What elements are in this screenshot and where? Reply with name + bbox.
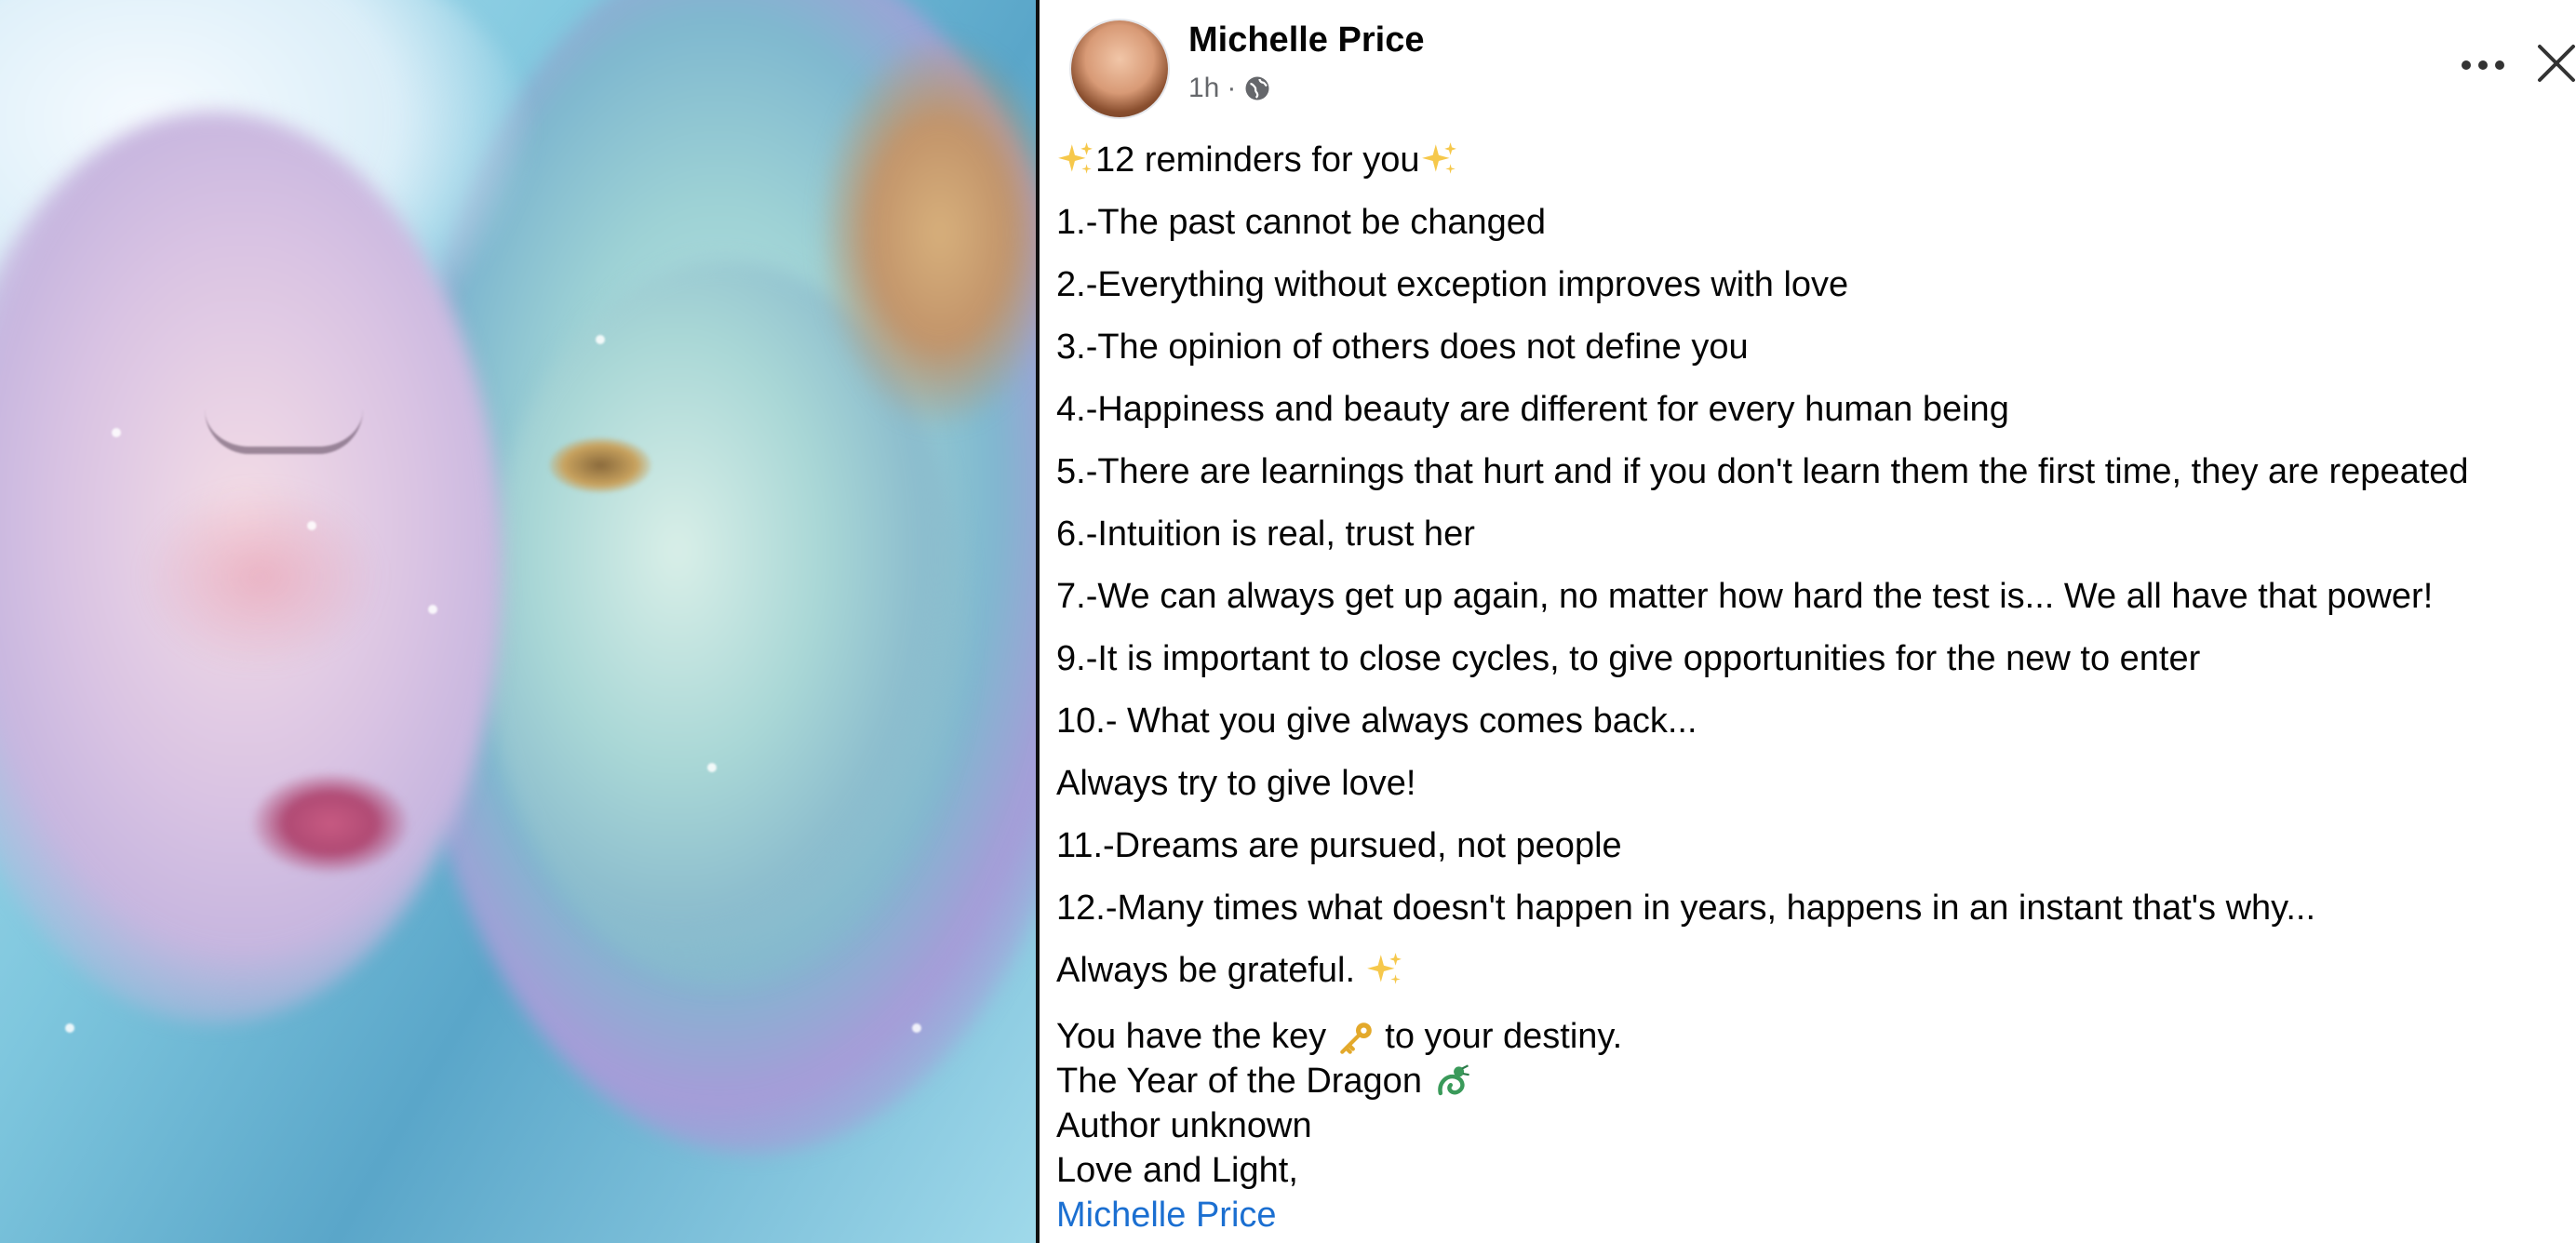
author-name[interactable]: Michelle Price	[1188, 20, 1424, 60]
more-options-icon	[2462, 60, 2471, 70]
signature-link[interactable]: Michelle Price	[1056, 1196, 1277, 1235]
dragon-line: The Year of the Dragon	[1056, 1059, 2576, 1103]
reminder-item: 7.-We can always get up again, no matter…	[1056, 576, 2434, 616]
meta-separator: ·	[1227, 73, 1237, 103]
key-line: You have the key to your destiny.	[1056, 1017, 1623, 1056]
reminder-item: 3.-The opinion of others does not define…	[1056, 327, 1749, 367]
reminder-item: 2.-Everything without exception improves…	[1056, 264, 1849, 304]
more-options-button[interactable]	[2450, 41, 2516, 89]
key-icon	[1339, 1022, 1372, 1054]
reminder-item: Always try to give love!	[1056, 763, 1416, 803]
close-icon	[2538, 45, 2575, 82]
author-note: Author unknown	[1056, 1106, 1312, 1145]
globe-icon[interactable]	[1243, 74, 1271, 102]
reminder-item: 1.-The past cannot be changed	[1056, 202, 1547, 242]
post-viewer: Michelle Price 1h · 12 reminders for you…	[0, 0, 2576, 1243]
reminder-item: Always be grateful.	[1056, 939, 2576, 1001]
sparkle-icon	[1421, 141, 1456, 174]
signoff: Love and Light,	[1056, 1151, 1298, 1190]
reminder-item: 5.-There are learnings that hurt and if …	[1056, 451, 2469, 491]
post-photo[interactable]	[0, 0, 1036, 1243]
reminder-item: 12.-Many times what doesn't happen in ye…	[1056, 888, 2316, 928]
post-body: 12 reminders for you 1.-The past cannot …	[1056, 128, 2576, 1237]
reminder-item: 9.-It is important to close cycles, to g…	[1056, 638, 2201, 678]
sparkle-icon	[1058, 141, 1093, 174]
post-time[interactable]: 1h	[1188, 73, 1219, 104]
post-heading: 12 reminders for you	[1056, 128, 2576, 191]
reminder-item: 10.- What you give always comes back...	[1056, 701, 1697, 741]
close-button[interactable]	[2529, 35, 2576, 91]
reminder-item: 6.-Intuition is real, trust her	[1056, 514, 1475, 554]
post-meta: 1h ·	[1188, 73, 1271, 104]
reminder-item: 4.-Happiness and beauty are different fo…	[1056, 389, 2009, 429]
dragon-icon	[1437, 1064, 1469, 1096]
sparkle-icon	[1366, 952, 1402, 984]
post-panel: Michelle Price 1h · 12 reminders for you…	[1036, 0, 2576, 1243]
avatar[interactable]	[1071, 20, 1168, 117]
post-header: Michelle Price 1h ·	[1056, 0, 2576, 128]
post-closing: You have the key to your destiny. The Ye…	[1056, 1014, 2576, 1237]
reminder-item: 11.-Dreams are pursued, not people	[1056, 825, 1622, 865]
